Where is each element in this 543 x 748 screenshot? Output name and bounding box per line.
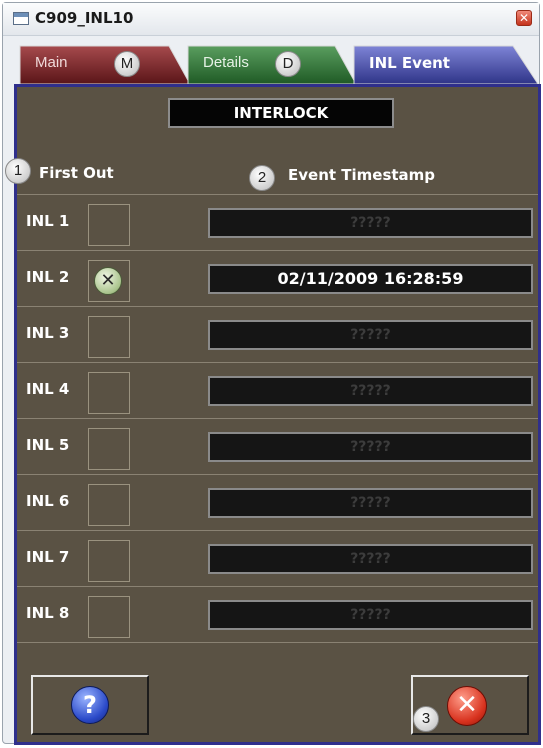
window-icon — [13, 12, 29, 25]
first-out-indicator: ✕ — [88, 260, 130, 302]
first-out-indicator — [88, 204, 130, 246]
interlock-title: INTERLOCK — [168, 98, 394, 128]
event-timestamp-field: ????? — [208, 544, 533, 574]
row-label: INL 5 — [26, 436, 70, 454]
tab-inl-event-label: INL Event — [369, 54, 450, 72]
interlock-rows: INL 1 ????? INL 2 ✕ 02/11/2009 16:28:59 … — [17, 194, 538, 642]
callout-3: 3 — [413, 706, 439, 732]
tab-main-callout: M — [114, 51, 140, 77]
event-timestamp-field: ????? — [208, 376, 533, 406]
help-icon: ? — [71, 686, 109, 724]
table-row: INL 8 ????? — [17, 586, 538, 642]
row-label: INL 4 — [26, 380, 70, 398]
tab-details[interactable]: Details D — [187, 45, 357, 85]
bottom-divider — [17, 642, 538, 643]
row-label: INL 8 — [26, 604, 70, 622]
table-row: INL 4 ????? — [17, 362, 538, 418]
event-timestamp-field: ????? — [208, 600, 533, 630]
row-label: INL 6 — [26, 492, 70, 510]
first-out-check-icon: ✕ — [94, 267, 122, 295]
table-row: INL 7 ????? — [17, 530, 538, 586]
event-timestamp-field: ????? — [208, 488, 533, 518]
first-out-indicator — [88, 596, 130, 638]
table-row: INL 3 ????? — [17, 306, 538, 362]
window-title: C909_INL10 — [35, 9, 134, 27]
callout-1: 1 — [5, 158, 31, 184]
event-timestamp-field: 02/11/2009 16:28:59 — [208, 264, 533, 294]
first-out-indicator — [88, 428, 130, 470]
tab-details-label: Details — [203, 54, 249, 71]
first-out-indicator — [88, 484, 130, 526]
window-close-button[interactable]: ✕ — [516, 10, 532, 26]
event-timestamp-field: ????? — [208, 320, 533, 350]
row-label: INL 2 — [26, 268, 70, 286]
row-label: INL 7 — [26, 548, 70, 566]
tab-main[interactable]: Main M — [19, 45, 191, 85]
first-out-indicator — [88, 316, 130, 358]
tab-details-callout: D — [275, 51, 301, 77]
table-row: INL 2 ✕ 02/11/2009 16:28:59 — [17, 250, 538, 306]
first-out-indicator — [88, 540, 130, 582]
title-bar: C909_INL10 ✕ — [3, 3, 539, 36]
callout-2: 2 — [249, 165, 275, 191]
row-label: INL 3 — [26, 324, 70, 342]
first-out-header: First Out — [39, 164, 114, 182]
inl-event-panel: INTERLOCK 1 First Out 2 Event Timestamp … — [5, 84, 541, 745]
event-timestamp-field: ????? — [208, 432, 533, 462]
event-timestamp-header: Event Timestamp — [288, 166, 436, 184]
table-row: INL 6 ????? — [17, 474, 538, 530]
table-row: INL 5 ????? — [17, 418, 538, 474]
tab-main-label: Main — [35, 54, 68, 71]
row-label: INL 1 — [26, 212, 70, 230]
close-icon: ✕ — [447, 686, 487, 726]
tab-inl-event[interactable]: INL Event — [353, 45, 539, 85]
event-timestamp-field: ????? — [208, 208, 533, 238]
table-row: INL 1 ????? — [17, 194, 538, 250]
help-button[interactable]: ? — [31, 675, 149, 735]
first-out-indicator — [88, 372, 130, 414]
